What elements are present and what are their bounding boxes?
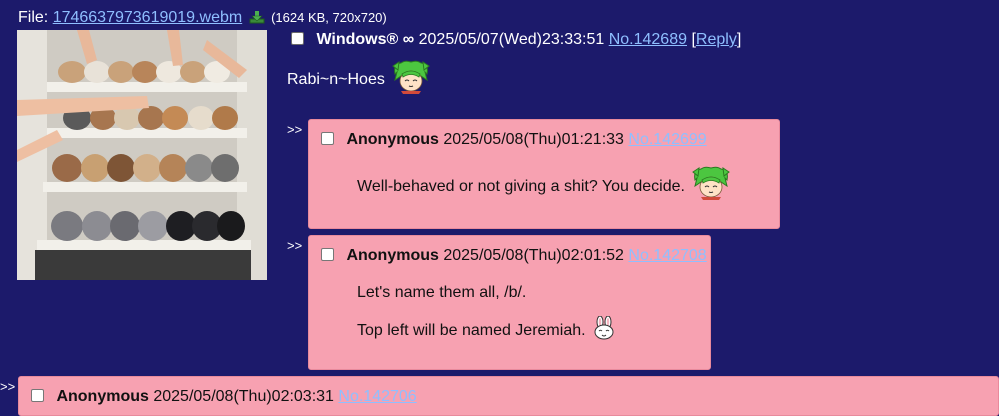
reply-name: Anonymous: [346, 131, 439, 148]
reply-link[interactable]: Reply: [696, 31, 737, 48]
reply-header: Anonymous 2025/05/08(Thu)01:21:33 No.142…: [321, 131, 707, 149]
reply-comment-line: Let's name them all, /b/.: [357, 284, 527, 301]
reply-arrows: >>: [0, 379, 16, 394]
reply-checkbox[interactable]: [321, 248, 334, 261]
reply-post-number[interactable]: No.142706: [338, 388, 416, 405]
bunny-emote: [594, 316, 614, 340]
reply-post-number[interactable]: No.142699: [628, 131, 706, 148]
reply-datetime: 2025/05/08(Thu)01:21:33: [443, 131, 624, 148]
reply-checkbox[interactable]: [321, 132, 334, 145]
green-haired-girl-emote: [392, 60, 431, 94]
reply-arrows: >>: [287, 238, 303, 253]
reply-comment: Well-behaved or not giving a shit? You d…: [357, 166, 731, 200]
thumbnail-image: [17, 30, 267, 280]
reply-name: Anonymous: [56, 388, 149, 405]
op-comment-text: Rabi~n~Hoes: [287, 71, 385, 88]
reply-header: Anonymous 2025/05/08(Thu)02:01:52 No.142…: [321, 247, 707, 265]
file-info: File: 1746637973619019.webm (1624 KB, 72…: [18, 9, 387, 27]
reply-post: Anonymous 2025/05/08(Thu)02:01:52 No.142…: [308, 235, 711, 370]
reply-comment-line: Top left will be named Jeremiah.: [357, 322, 586, 339]
reply-bracket-close: ]: [736, 31, 742, 48]
reply-post: Anonymous 2025/05/08(Thu)02:03:31 No.142…: [18, 376, 999, 416]
reply-header: Anonymous 2025/05/08(Thu)02:03:31 No.142…: [31, 388, 417, 406]
file-label: File:: [18, 9, 49, 26]
op-comment: Rabi~n~Hoes: [287, 60, 431, 94]
reply-post: Anonymous 2025/05/08(Thu)01:21:33 No.142…: [308, 119, 780, 229]
op-datetime: 2025/05/07(Wed)23:33:51: [418, 31, 605, 48]
download-icon[interactable]: [249, 10, 265, 24]
reply-comment: Top left will be named Jeremiah.: [357, 316, 616, 340]
reply-datetime: 2025/05/08(Thu)02:03:31: [153, 388, 334, 405]
reply-name: Anonymous: [346, 247, 439, 264]
green-haired-girl-emote: [692, 166, 731, 200]
op-checkbox[interactable]: [291, 32, 304, 45]
reply-comment-line: Well-behaved or not giving a shit? You d…: [357, 178, 685, 195]
reply-checkbox[interactable]: [31, 389, 44, 402]
file-thumbnail[interactable]: [17, 30, 267, 280]
op-name: Windows® ∞: [316, 31, 415, 48]
op-post-number[interactable]: No.142689: [609, 31, 687, 48]
reply-arrows: >>: [287, 122, 303, 137]
file-link[interactable]: 1746637973619019.webm: [53, 9, 243, 26]
file-meta: (1624 KB, 720x720): [271, 10, 387, 25]
reply-post-number[interactable]: No.142708: [628, 247, 706, 264]
op-post-header: Windows® ∞ 2025/05/07(Wed)23:33:51 No.14…: [291, 31, 741, 49]
reply-datetime: 2025/05/08(Thu)02:01:52: [443, 247, 624, 264]
